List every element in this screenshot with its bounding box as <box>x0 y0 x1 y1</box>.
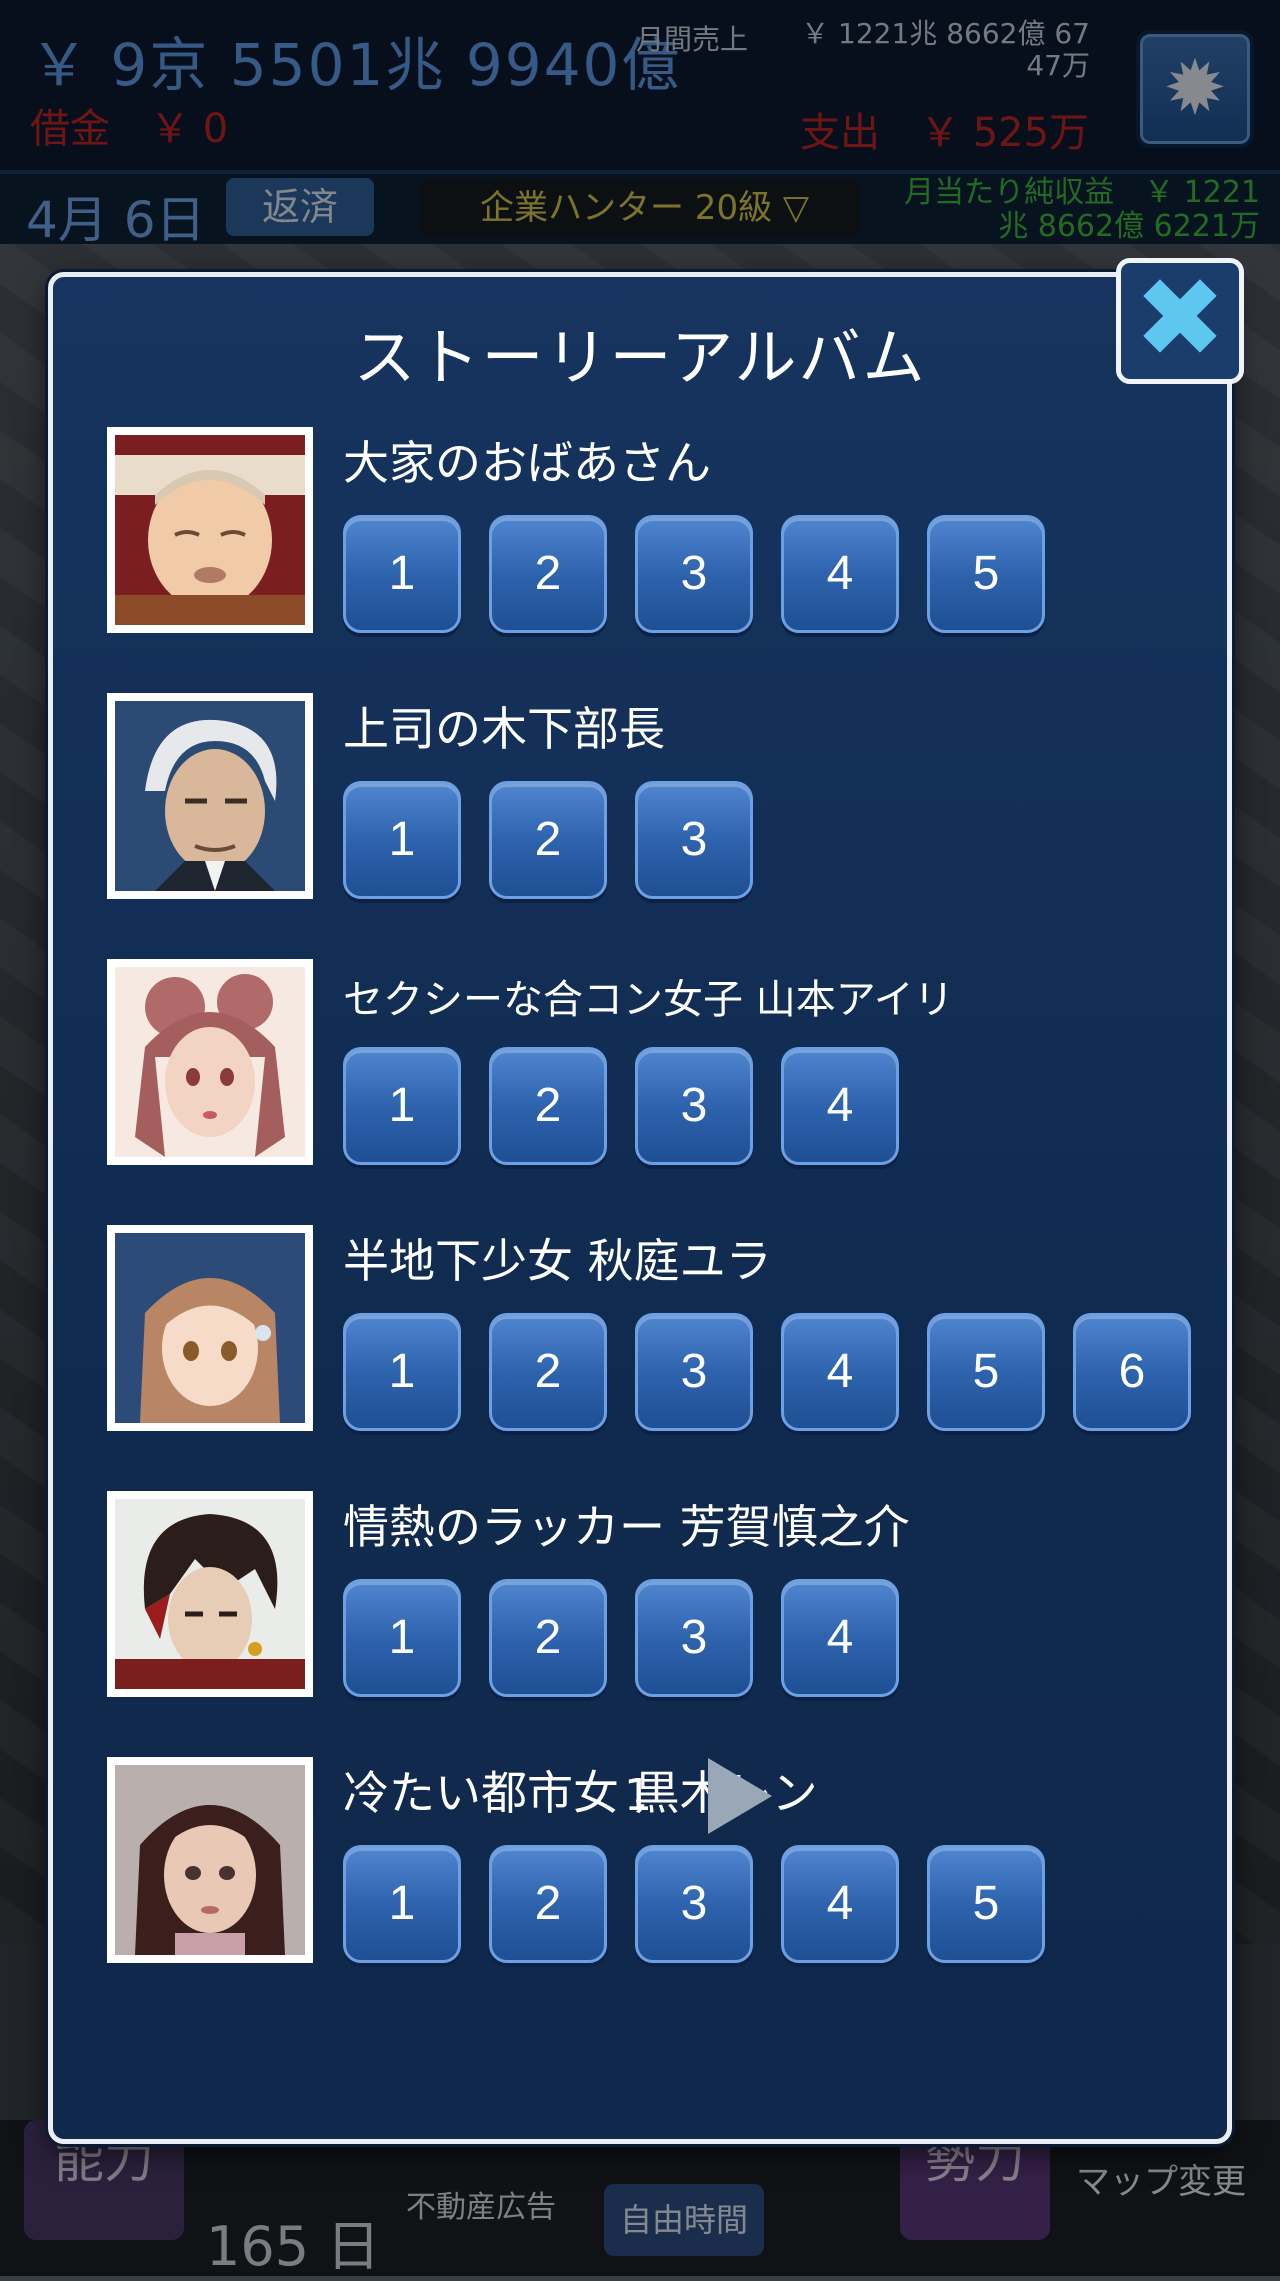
story-row-5: 情熱のラッカー 芳賀慎之介 1 2 3 4 <box>107 1491 1207 1701</box>
episode-button[interactable]: 2 <box>489 1313 607 1431</box>
story-title: 半地下少女 秋庭ユラ <box>343 1234 772 1288</box>
story-title: 大家のおばあさん <box>343 436 711 490</box>
character-portrait <box>107 427 313 633</box>
episode-button[interactable]: 2 <box>489 1579 607 1697</box>
character-portrait <box>107 1225 313 1431</box>
episode-button[interactable]: 4 <box>781 515 899 633</box>
episode-button[interactable]: 5 <box>927 515 1045 633</box>
episode-button[interactable]: 1 <box>343 515 461 633</box>
character-portrait <box>107 959 313 1165</box>
episode-button[interactable]: 4 <box>781 1845 899 1963</box>
episode-button[interactable]: 2 <box>489 1845 607 1963</box>
episode-button[interactable]: 4 <box>781 1047 899 1165</box>
story-row-3: セクシーな合コン女子 山本アイリ 1 2 3 4 <box>107 959 1207 1169</box>
episode-button[interactable]: 1 <box>343 1313 461 1431</box>
page-number: 1 <box>624 1770 652 1821</box>
story-title: 上司の木下部長 <box>343 702 665 756</box>
episode-button[interactable]: 4 <box>781 1313 899 1431</box>
character-portrait <box>107 693 313 899</box>
episode-button[interactable]: 5 <box>927 1313 1045 1431</box>
episode-button[interactable]: 5 <box>927 1845 1045 1963</box>
episode-button[interactable]: 1 <box>343 1579 461 1697</box>
episode-button[interactable]: 2 <box>489 515 607 633</box>
episode-button[interactable]: 4 <box>781 1579 899 1697</box>
episode-button[interactable]: 1 <box>343 1047 461 1165</box>
story-album-dialog: ストーリーアルバム 大家のおばあさん 1 2 3 4 5 上司の木下部長 1 2… <box>48 272 1232 2144</box>
story-row-6: 冷たい都市女 黒木レン 1 2 3 4 5 <box>107 1757 1207 1967</box>
episode-button[interactable]: 3 <box>635 1047 753 1165</box>
next-page-arrow-icon[interactable] <box>708 1758 772 1834</box>
episode-button[interactable]: 2 <box>489 781 607 899</box>
close-button[interactable]: ✖ <box>1116 258 1244 384</box>
episode-button[interactable]: 1 <box>343 1845 461 1963</box>
dialog-title: ストーリーアルバム <box>353 321 927 394</box>
episode-button[interactable]: 3 <box>635 1579 753 1697</box>
episode-button[interactable]: 3 <box>635 781 753 899</box>
story-title: セクシーな合コン女子 山本アイリ <box>343 977 954 1023</box>
story-row-4: 半地下少女 秋庭ユラ 1 2 3 4 5 6 <box>107 1225 1207 1435</box>
episode-button[interactable]: 2 <box>489 1047 607 1165</box>
episode-button[interactable]: 3 <box>635 1845 753 1963</box>
episode-button[interactable]: 1 <box>343 781 461 899</box>
story-row-2: 上司の木下部長 1 2 3 <box>107 693 1207 903</box>
story-row-1: 大家のおばあさん 1 2 3 4 5 <box>107 427 1207 637</box>
close-x-icon: ✖ <box>1133 254 1227 382</box>
episode-button[interactable]: 3 <box>635 1313 753 1431</box>
character-portrait <box>107 1757 313 1963</box>
episode-button[interactable]: 3 <box>635 515 753 633</box>
character-portrait <box>107 1491 313 1697</box>
episode-button[interactable]: 6 <box>1073 1313 1191 1431</box>
story-title: 情熱のラッカー 芳賀慎之介 <box>343 1500 910 1554</box>
